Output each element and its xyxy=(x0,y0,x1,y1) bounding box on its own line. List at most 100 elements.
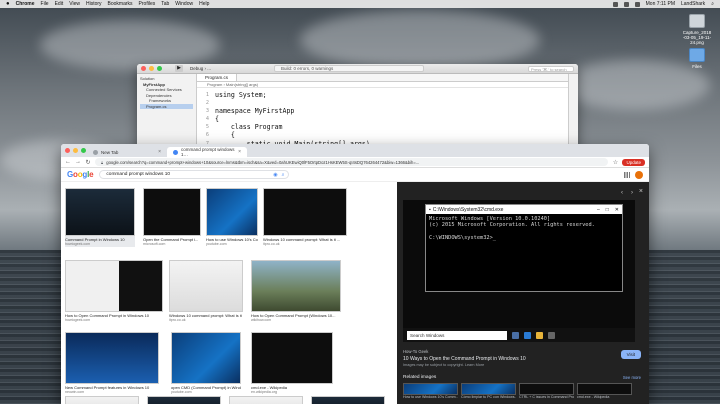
preview-source[interactable]: How-To Geek xyxy=(403,349,428,354)
run-button[interactable]: ▶ xyxy=(175,65,183,72)
related-image[interactable]: How to use Windows 10's Comm... xyxy=(403,383,458,399)
forward-icon[interactable]: → xyxy=(75,159,81,165)
editor-tab[interactable]: Program.cs xyxy=(197,74,238,81)
related-thumbnail[interactable] xyxy=(519,383,574,395)
tab-google-images[interactable]: command prompt windows 1… × xyxy=(167,147,247,157)
preview-image[interactable]: ▪ C:\Windows\System32\cmd.exe – □ ✕ Micr… xyxy=(403,200,635,342)
tab-new-tab[interactable]: New Tab × xyxy=(87,147,167,157)
related-image[interactable]: CTRL + C issues in Command Pro... xyxy=(519,383,574,399)
reload-icon[interactable]: ↻ xyxy=(85,159,91,166)
prev-image-icon[interactable]: ‹ xyxy=(621,190,623,196)
desktop-file-icon[interactable]: Capture_2018-03-05_19-11-24.png xyxy=(682,14,712,45)
menu-bookmarks[interactable]: Bookmarks xyxy=(108,1,133,7)
related-thumbnail[interactable] xyxy=(577,383,632,395)
image-result[interactable] xyxy=(65,396,139,404)
result-thumbnail[interactable] xyxy=(263,188,347,236)
result-thumbnail[interactable] xyxy=(251,260,341,312)
related-caption[interactable]: CTRL + C issues in Command Pro... xyxy=(519,395,574,399)
image-result[interactable]: How to use Windows 10's Command...youtub… xyxy=(206,188,258,247)
apple-menu-icon[interactable]: ● xyxy=(6,1,10,7)
zoom-window-icon[interactable] xyxy=(157,66,162,71)
menu-window[interactable]: Window xyxy=(175,1,193,7)
result-thumbnail[interactable] xyxy=(143,188,201,236)
related-caption[interactable]: Cómo limpiar tu PC con Windows... xyxy=(461,395,516,399)
code-line[interactable]: 5 class Program xyxy=(197,123,568,131)
battery-icon[interactable] xyxy=(634,1,640,7)
wifi-icon[interactable] xyxy=(612,1,618,7)
image-result[interactable]: How to Open Command Prompt (Windows 10..… xyxy=(251,260,341,323)
code-line[interactable]: 6 { xyxy=(197,131,568,139)
related-thumbnail[interactable] xyxy=(403,383,458,395)
image-result[interactable]: New Command Prompt features in Windows 1… xyxy=(65,332,159,395)
lock-icon[interactable]: 🔒︎ xyxy=(101,160,103,165)
minimize-window-icon[interactable] xyxy=(149,66,154,71)
image-result[interactable] xyxy=(147,396,221,404)
result-thumbnail[interactable] xyxy=(65,188,135,236)
image-result[interactable]: Command Prompt in Windows 10 howtogeek.co… xyxy=(65,188,135,247)
google-search-input[interactable]: command prompt windows 10 ◉ ⌕ xyxy=(99,170,290,179)
result-thumbnail[interactable] xyxy=(147,396,221,404)
related-caption[interactable]: How to use Windows 10's Comm... xyxy=(403,395,458,399)
bookmark-star-icon[interactable]: ☆ xyxy=(612,159,618,166)
result-thumbnail[interactable] xyxy=(171,332,241,384)
close-tab-icon[interactable]: × xyxy=(238,149,241,155)
google-logo[interactable]: Google xyxy=(67,170,94,179)
result-thumbnail[interactable] xyxy=(65,332,159,384)
image-result[interactable]: Open the Command Prompt i... microsoft.co… xyxy=(143,188,201,247)
code-line[interactable]: 2 xyxy=(197,99,568,107)
build-configuration[interactable]: Debug › ... xyxy=(190,66,211,71)
image-result[interactable]: How to Open Command Prompt in Windows 10… xyxy=(65,260,163,323)
related-caption[interactable]: cmd.exe - Wikipedia xyxy=(577,395,632,399)
menu-help[interactable]: Help xyxy=(199,1,209,7)
omnibox[interactable]: 🔒︎ google.com/search?q=command+prompt+wi… xyxy=(95,158,609,166)
camera-icon[interactable]: ◉ xyxy=(273,172,277,178)
result-thumbnail[interactable] xyxy=(65,396,139,404)
close-window-icon[interactable] xyxy=(141,66,146,71)
tree-node-selected[interactable]: Program.cs xyxy=(140,103,193,109)
menu-view[interactable]: View xyxy=(69,1,80,7)
back-icon[interactable]: ← xyxy=(65,159,71,165)
menu-tab[interactable]: Tab xyxy=(161,1,169,7)
account-avatar[interactable] xyxy=(635,170,643,179)
result-thumbnail[interactable] xyxy=(311,396,385,404)
next-image-icon[interactable]: › xyxy=(631,190,633,196)
visit-button[interactable]: Visit xyxy=(620,350,641,359)
minimize-window-icon[interactable] xyxy=(73,148,78,153)
code-line[interactable]: 4{ xyxy=(197,115,568,123)
close-window-icon[interactable] xyxy=(65,148,70,153)
volume-icon[interactable] xyxy=(623,1,629,7)
close-preview-icon[interactable]: × xyxy=(639,188,643,195)
result-thumbnail[interactable] xyxy=(229,396,303,404)
menu-profiles[interactable]: Profiles xyxy=(139,1,156,7)
zoom-window-icon[interactable] xyxy=(81,148,86,153)
image-result[interactable]: open CMD (Command Prompt) in Windows 10y… xyxy=(171,332,241,395)
image-result[interactable]: Windows 10 command prompt: What is it ..… xyxy=(263,188,347,247)
related-thumbnail[interactable] xyxy=(461,383,516,395)
apps-grid-icon[interactable] xyxy=(624,171,630,178)
ide-search-input[interactable]: Press '⌘.' to search xyxy=(528,65,574,72)
result-thumbnail[interactable] xyxy=(169,260,243,312)
close-tab-icon[interactable]: × xyxy=(158,149,161,155)
image-result[interactable] xyxy=(229,396,303,404)
menu-edit[interactable]: Edit xyxy=(55,1,64,7)
search-icon[interactable]: ⌕ xyxy=(282,172,285,178)
menubar-clock[interactable]: Mon 7:11 PM xyxy=(646,1,675,7)
code-line[interactable]: 1 using System; xyxy=(197,91,568,99)
related-image[interactable]: cmd.exe - Wikipedia xyxy=(577,383,632,399)
desktop-folder-icon[interactable]: Files xyxy=(682,48,712,69)
app-menu[interactable]: Chrome xyxy=(16,1,35,7)
result-thumbnail[interactable] xyxy=(65,260,163,312)
image-result[interactable]: cmd.exe - Wikipedia en.wikipedia.org xyxy=(251,332,333,395)
image-result[interactable] xyxy=(311,396,385,404)
see-more-link[interactable]: See more xyxy=(623,375,641,380)
spotlight-icon[interactable]: ⌕ xyxy=(711,1,714,7)
update-button[interactable]: Update xyxy=(622,158,645,166)
menu-history[interactable]: History xyxy=(86,1,102,7)
result-thumbnail[interactable] xyxy=(251,332,333,384)
menubar-user[interactable]: LandShark xyxy=(681,1,705,7)
preview-title[interactable]: 10 Ways to Open the Command Prompt in Wi… xyxy=(403,356,526,362)
menu-file[interactable]: File xyxy=(41,1,49,7)
result-thumbnail[interactable] xyxy=(206,188,258,236)
image-result[interactable]: Windows 10 command prompt: What is it ..… xyxy=(169,260,243,323)
related-image[interactable]: Cómo limpiar tu PC con Windows... xyxy=(461,383,516,399)
